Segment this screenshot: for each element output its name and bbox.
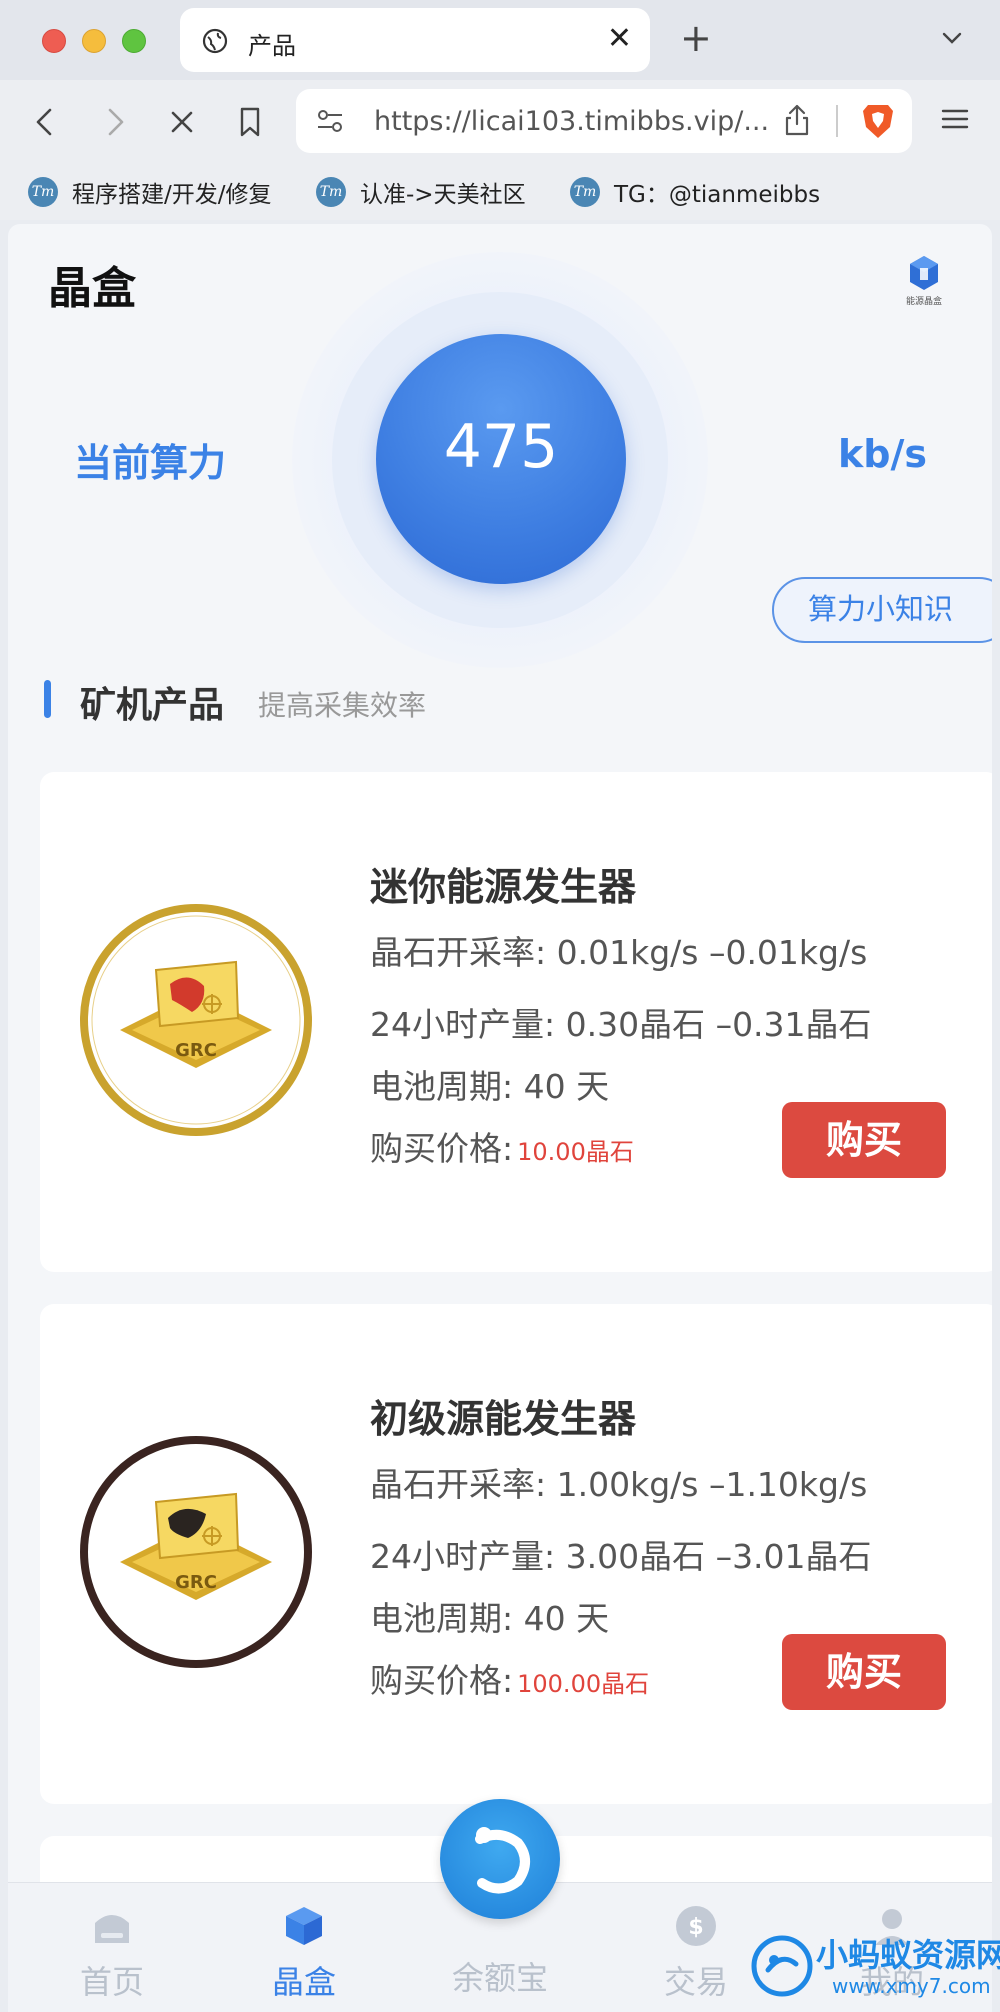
bookmark-label: 认准->天美社区 — [360, 182, 526, 208]
maximize-window-button[interactable] — [122, 29, 146, 53]
hamburger-menu-icon[interactable] — [940, 104, 970, 134]
grc-badge-icon: GRC — [80, 904, 312, 1136]
url-divider — [836, 105, 838, 137]
price-label: 购买价格: — [370, 1661, 514, 1700]
badge-text: GRC — [175, 1040, 217, 1061]
svg-text:$: $ — [688, 1915, 703, 1940]
close-window-button[interactable] — [42, 29, 66, 53]
dollar-icon: $ — [676, 1906, 716, 1946]
product-card: GRC 迷你能源发生器 晶石开采率: 0.01kg/s –0.01kg/s 24… — [40, 772, 992, 1272]
site-settings-icon[interactable] — [314, 105, 346, 137]
nav-label: 首页 — [79, 1963, 144, 2001]
section-accent-bar — [44, 680, 51, 718]
new-tab-button[interactable]: + — [680, 18, 712, 58]
hashrate-unit: kb/s — [838, 432, 927, 476]
hashrate-tips-button[interactable]: 算力小知识 — [772, 577, 992, 643]
minimize-window-button[interactable] — [82, 29, 106, 53]
watermark-text: 小蚂蚁资源网 — [816, 1936, 1000, 1974]
hashrate-label: 当前算力 — [74, 441, 227, 485]
url-text[interactable]: https://licai103.timibbs.vip/... — [374, 106, 769, 137]
watermark-logo-icon — [751, 1935, 813, 1997]
bookmark-item[interactable]: Tm 认准->天美社区 — [316, 174, 526, 210]
center-logo-icon[interactable] — [440, 1799, 560, 1919]
back-arrow-icon[interactable] — [28, 104, 64, 140]
section-subtitle: 提高采集效率 — [258, 689, 427, 722]
tab-title: 产品 — [248, 32, 296, 60]
brave-shield-icon[interactable] — [860, 101, 896, 141]
watermark-url: www.xmy7.com — [832, 1974, 991, 1998]
badge-text: GRC — [175, 1572, 217, 1593]
product-output: 24小时产量: 3.00晶石 –3.01晶石 — [370, 1537, 872, 1576]
hashrate-sphere: 475 — [376, 334, 626, 584]
bookmark-favicon-icon: Tm — [28, 177, 58, 207]
chevron-down-icon[interactable] — [940, 26, 964, 50]
product-name: 初级源能发生器 — [370, 1397, 637, 1441]
product-cycle: 电池周期: 40 天 — [370, 1067, 610, 1106]
browser-tab-active[interactable]: 产品 ✕ — [180, 8, 650, 72]
address-bar[interactable]: https://licai103.timibbs.vip/... — [296, 89, 912, 153]
bookmark-favicon-icon: Tm — [316, 177, 346, 207]
nav-item-trade[interactable]: $ 交易 — [636, 1903, 756, 2003]
nav-label: 交易 — [663, 1963, 728, 2001]
price-label: 购买价格: — [370, 1129, 514, 1168]
product-price: 购买价格: 10.00晶石 — [370, 1122, 634, 1170]
home-icon — [95, 1915, 129, 1943]
buy-button[interactable]: 购买 — [782, 1634, 946, 1710]
logo-caption: 能源晶盒 — [905, 297, 942, 307]
forward-arrow-icon[interactable] — [96, 104, 132, 140]
app-logo: 能源晶盒 — [898, 254, 950, 310]
bookmark-item[interactable]: Tm 程序搭建/开发/修复 — [28, 174, 272, 210]
product-card: GRC 初级源能发生器 晶石开采率: 1.00kg/s –1.10kg/s 24… — [40, 1304, 992, 1804]
browser-titlebar: 产品 ✕ + — [0, 0, 1000, 80]
product-price: 购买价格: 100.00晶石 — [370, 1654, 649, 1702]
price-value: 10.00晶石 — [517, 1138, 634, 1166]
product-name: 迷你能源发生器 — [370, 865, 637, 909]
bookmark-label: TG：@tianmeibbs — [614, 182, 821, 208]
page-content: 晶盒 能源晶盒 475 当前算力 kb/s 算力小知识 矿机产品 提高采集效率 … — [8, 224, 992, 2012]
cube-icon — [286, 1907, 322, 1945]
page-title: 晶盒 — [48, 263, 136, 314]
bookmark-item[interactable]: Tm TG：@tianmeibbs — [570, 174, 820, 210]
tab-close-icon[interactable]: ✕ — [607, 22, 632, 56]
product-rate: 晶石开采率: 0.01kg/s –0.01kg/s — [370, 933, 868, 972]
hexagon-logo-icon — [910, 256, 938, 290]
hashrate-value: 475 — [443, 412, 559, 482]
buy-button[interactable]: 购买 — [782, 1102, 946, 1178]
loading-globe-icon — [202, 28, 228, 54]
nav-item-home[interactable]: 首页 — [52, 1903, 172, 2003]
bookmark-label: 程序搭建/开发/修复 — [72, 182, 272, 208]
nav-item-jinghe[interactable]: 晶盒 — [244, 1903, 364, 2003]
nav-item-yuebao[interactable]: 余额宝 — [440, 1799, 560, 1999]
product-cycle: 电池周期: 40 天 — [370, 1599, 610, 1638]
grc-badge-icon: GRC — [80, 1436, 312, 1668]
share-icon[interactable] — [782, 103, 812, 137]
price-value: 100.00晶石 — [517, 1670, 650, 1698]
product-rate: 晶石开采率: 1.00kg/s –1.10kg/s — [370, 1465, 868, 1504]
watermark: 小蚂蚁资源网 www.xmy7.com — [750, 1930, 1000, 2008]
browser-toolbar: https://licai103.timibbs.vip/... — [0, 80, 1000, 164]
stop-loading-icon[interactable] — [164, 104, 200, 140]
bookmarks-bar: Tm 程序搭建/开发/修复 Tm 认准->天美社区 Tm TG：@tianmei… — [0, 164, 1000, 220]
nav-label: 晶盒 — [271, 1963, 336, 2001]
section-title: 矿机产品 — [80, 685, 225, 726]
product-output: 24小时产量: 0.30晶石 –0.31晶石 — [370, 1005, 872, 1044]
nav-label: 余额宝 — [451, 1959, 548, 1997]
bookmark-icon[interactable] — [232, 104, 268, 140]
bookmark-favicon-icon: Tm — [570, 177, 600, 207]
